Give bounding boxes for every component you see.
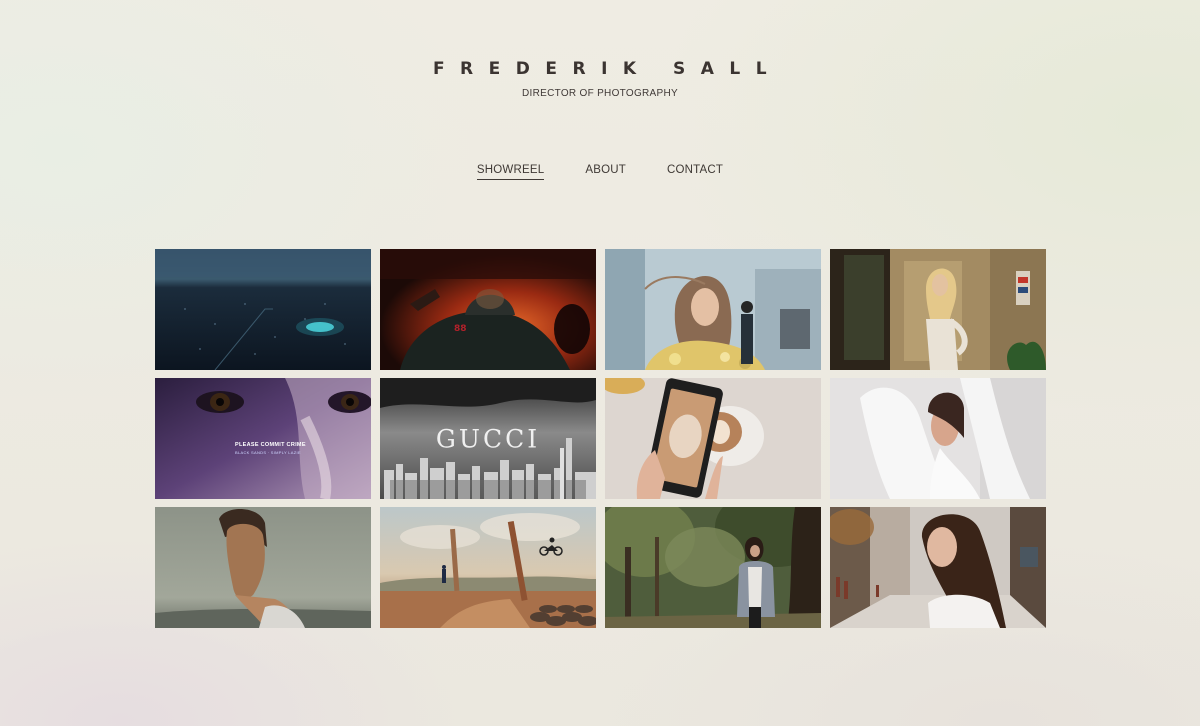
showreel-gallery: 88 PLEASE COMMIT CRIME BLACK SANDS · SIM…: [155, 249, 1046, 628]
main-nav: SHOWREEL ABOUT CONTACT: [0, 164, 1200, 180]
gallery-tile[interactable]: [155, 249, 371, 370]
gallery-tile[interactable]: 88: [380, 249, 596, 370]
nav-about[interactable]: ABOUT: [585, 164, 626, 180]
site-title[interactable]: FREDERIK SALL: [0, 58, 1200, 80]
gallery-tile[interactable]: [155, 507, 371, 628]
gallery-tile[interactable]: [830, 507, 1046, 628]
site-subtitle: DIRECTOR OF PHOTOGRAPHY: [522, 88, 678, 99]
site-header: FREDERIK SALL DIRECTOR OF PHOTOGRAPHY: [0, 58, 1200, 99]
gallery-tile[interactable]: [380, 507, 596, 628]
tile-caption: PLEASE COMMIT CRIME BLACK SANDS · SIMPLY…: [235, 442, 306, 455]
gallery-tile[interactable]: [605, 378, 821, 499]
thumbnail-image: [830, 507, 1046, 628]
gallery-tile[interactable]: GUCCI: [380, 378, 596, 499]
thumbnail-image: [830, 249, 1046, 370]
gallery-tile[interactable]: [830, 378, 1046, 499]
gallery-tile[interactable]: PLEASE COMMIT CRIME BLACK SANDS · SIMPLY…: [155, 378, 371, 499]
thumbnail-image: [155, 507, 371, 628]
thumbnail-image: [155, 249, 371, 370]
thumbnail-image: [830, 378, 1046, 499]
nav-showreel[interactable]: SHOWREEL: [476, 164, 545, 180]
thumbnail-image: [605, 507, 821, 628]
thumbnail-image: [605, 249, 821, 370]
svg-text:88: 88: [454, 324, 467, 334]
thumbnail-image: [155, 378, 371, 499]
thumbnail-image: [605, 378, 821, 499]
thumbnail-image: [380, 507, 596, 628]
nav-contact[interactable]: CONTACT: [667, 164, 723, 180]
thumbnail-image: 88: [380, 249, 596, 370]
gallery-tile[interactable]: [830, 249, 1046, 370]
gallery-tile[interactable]: [605, 249, 821, 370]
gallery-tile[interactable]: [605, 507, 821, 628]
tile-caption: GUCCI: [435, 424, 541, 453]
